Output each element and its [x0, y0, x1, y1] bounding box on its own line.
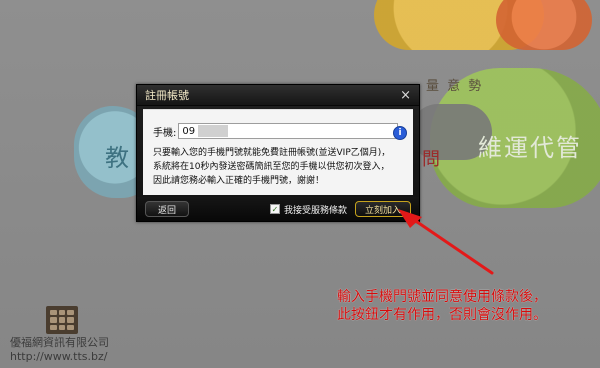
- company-name: 優福網資訊有限公司: [10, 336, 109, 349]
- background-right-column-text: 量 意 勢: [426, 79, 484, 94]
- background-left-char: 教: [105, 144, 131, 172]
- phone-label: 手機:: [153, 127, 177, 139]
- logo-icon: [46, 306, 78, 334]
- annotation-text: 輸入手機門號並同意使用條款後， 此按鈕才有作用，否則會沒作用。: [337, 289, 547, 323]
- info-icon[interactable]: i: [393, 126, 407, 140]
- close-icon[interactable]: ×: [400, 89, 411, 102]
- phone-input[interactable]: 09: [178, 123, 399, 139]
- checkbox-icon[interactable]: ✓: [269, 204, 280, 214]
- dialog-body: 手機: 09 i 只要輸入您的手機門號就能免費註冊帳號(並送VIP乙個月)， 系…: [143, 109, 413, 195]
- top-right-cloud: [496, 0, 592, 50]
- background-right-title: 維運代管: [478, 134, 582, 162]
- register-dialog: 註冊帳號 × 手機: 09 i 只要輸入您的手機門號就能免費註冊帳號(並送VIP…: [136, 84, 420, 222]
- masked-phone-digits: [198, 125, 229, 137]
- back-button[interactable]: 返回: [145, 201, 189, 217]
- company-url: http://www.tts.bz/: [10, 350, 108, 363]
- dialog-header: 註冊帳號 ×: [137, 85, 419, 106]
- phone-row: 手機: 09: [153, 123, 399, 139]
- registration-message: 只要輸入您的手機門號就能免費註冊帳號(並送VIP乙個月)， 系統將在10秒內發送…: [153, 148, 391, 186]
- phone-value: 09: [182, 125, 196, 137]
- dialog-title: 註冊帳號: [145, 89, 189, 102]
- dialog-footer: 返回 ✓ 我接受服務條款 立刻加入: [137, 197, 419, 221]
- background-right-red-text: 問: [422, 149, 442, 170]
- terms-acceptance[interactable]: ✓ 我接受服務條款: [269, 203, 347, 216]
- terms-label[interactable]: 我接受服務條款: [284, 203, 347, 216]
- arrow-icon: [398, 209, 494, 275]
